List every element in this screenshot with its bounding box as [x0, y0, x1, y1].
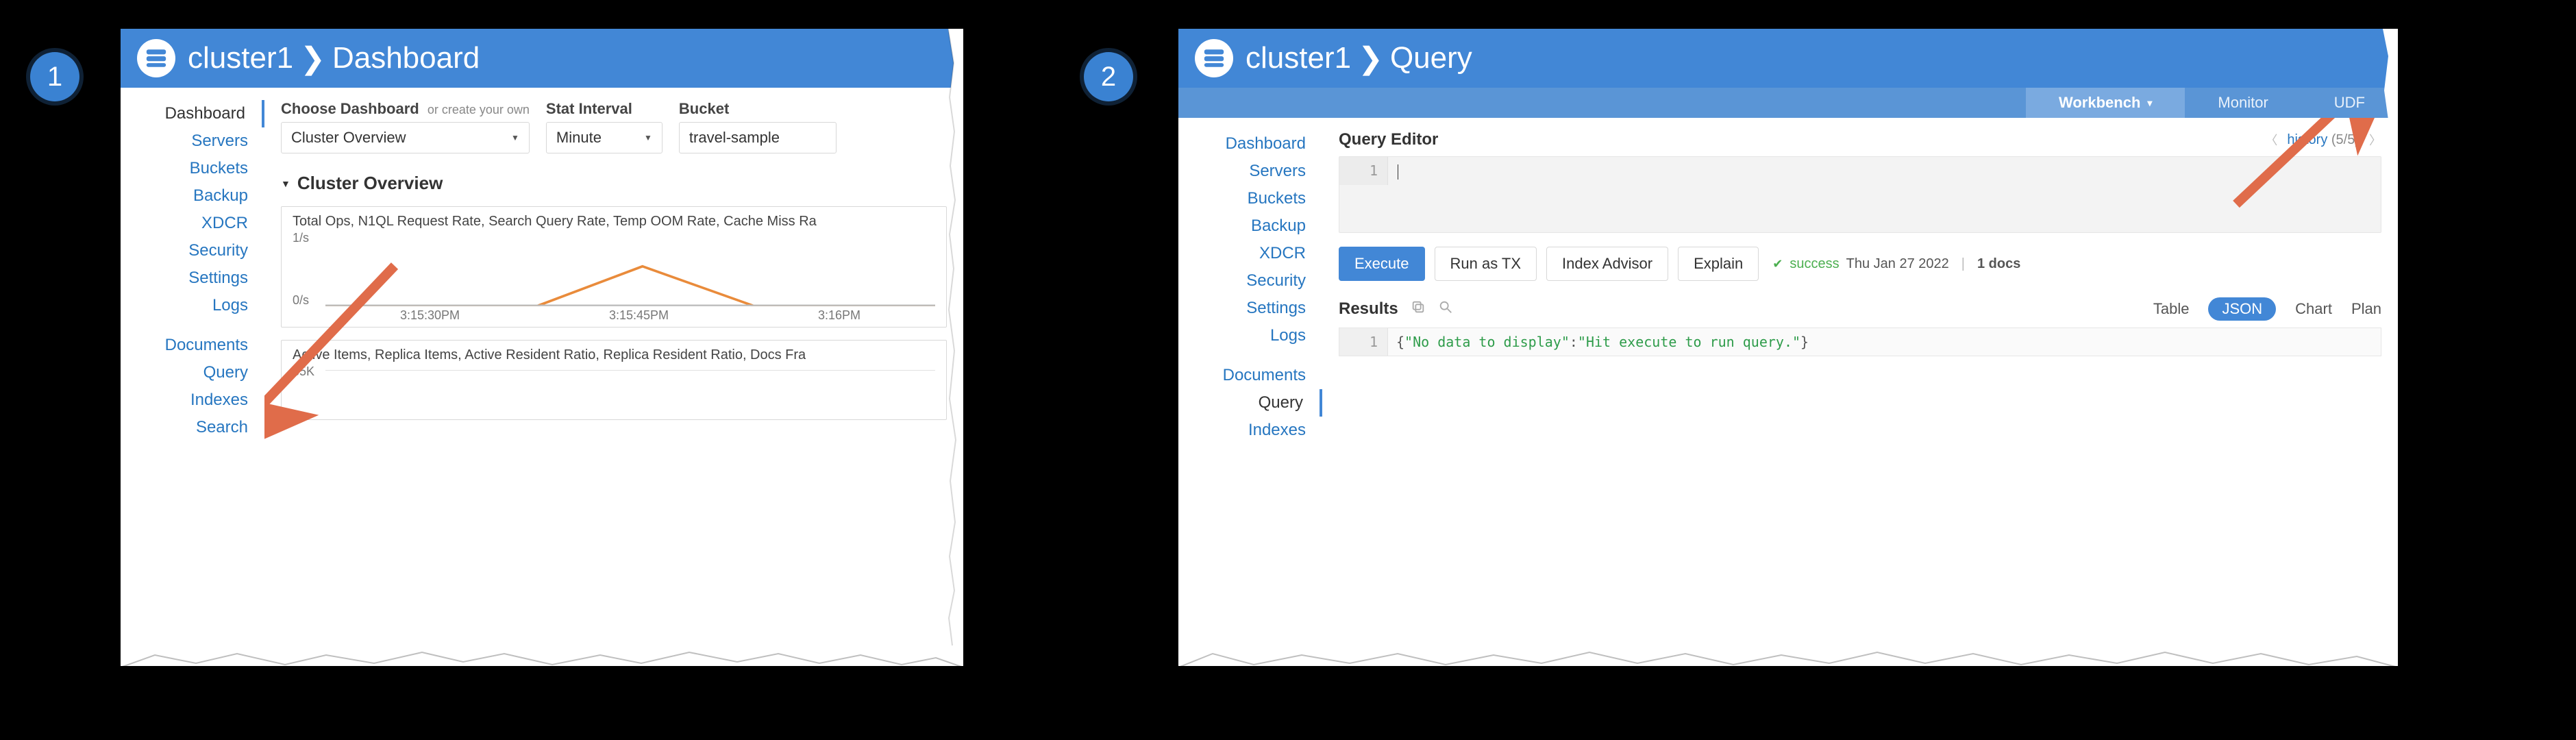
breadcrumb-sep: ❯ — [1358, 41, 1383, 76]
tab-udf[interactable]: UDF — [2301, 88, 2398, 118]
sidebar-item-buckets[interactable]: Buckets — [121, 155, 264, 182]
sidebar-item-dashboard[interactable]: Dashboard — [1178, 130, 1322, 158]
status-timestamp: Thu Jan 27 2022 — [1846, 256, 1949, 272]
stat-interval-label: Stat Interval — [546, 100, 662, 118]
results-tab-table[interactable]: Table — [2153, 300, 2190, 318]
tab-workbench[interactable]: Workbench▾ — [2026, 88, 2185, 118]
chart-title: Active Items, Replica Items, Active Resi… — [293, 347, 935, 363]
step-badge-2: 2 — [1084, 52, 1133, 101]
execute-button[interactable]: Execute — [1339, 247, 1425, 281]
sidebar: DashboardServersBucketsBackupXDCRSecurit… — [121, 88, 264, 666]
choose-dashboard-label: Choose Dashboard or create your own — [281, 100, 530, 118]
chart-x-tick: 3:15:30PM — [400, 308, 460, 323]
results-tab-plan[interactable]: Plan — [2351, 300, 2381, 318]
app-header: cluster1 ❯ Query — [1178, 29, 2398, 88]
sidebar-item-dashboard[interactable]: Dashboard — [121, 100, 264, 127]
sidebar-item-search[interactable]: Search — [121, 414, 264, 441]
sidebar-item-settings[interactable]: Settings — [1178, 295, 1322, 322]
breadcrumb-cluster[interactable]: cluster1 — [1246, 41, 1351, 75]
sidebar-item-query[interactable]: Query — [1178, 389, 1322, 417]
caret-down-icon: ▼ — [281, 178, 290, 189]
sidebar-item-security[interactable]: Security — [121, 237, 264, 264]
app-logo-icon — [1195, 39, 1233, 77]
query-editor-title: Query Editor — [1339, 130, 1438, 149]
stat-interval-select[interactable]: Minute▼ — [546, 122, 662, 153]
sidebar-item-servers[interactable]: Servers — [121, 127, 264, 155]
main-content: Query Editor 〈 history (5/5) 〉 1 Execute — [1322, 118, 2398, 666]
create-own-hint[interactable]: or create your own — [428, 103, 530, 116]
sidebar-item-servers[interactable]: Servers — [1178, 158, 1322, 185]
editor-line-number: 1 — [1339, 157, 1388, 185]
index-advisor-button[interactable]: Index Advisor — [1546, 247, 1668, 281]
sidebar-item-query[interactable]: Query — [121, 359, 264, 386]
chart-x-axis: 3:15:30PM 3:15:45PM 3:16PM — [325, 308, 935, 323]
sidebar-item-buckets[interactable]: Buckets — [1178, 185, 1322, 212]
sidebar-item-indexes[interactable]: Indexes — [1178, 417, 1322, 444]
tab-monitor[interactable]: Monitor — [2185, 88, 2301, 118]
search-icon[interactable] — [1438, 299, 1453, 319]
sidebar: DashboardServersBucketsBackupXDCRSecurit… — [1178, 118, 1322, 666]
query-status: ✔ success Thu Jan 27 2022 | 1 docs — [1772, 256, 2020, 272]
dashboard-select[interactable]: Cluster Overview▼ — [281, 122, 530, 153]
history-prev-icon[interactable]: 〈 — [2265, 131, 2277, 149]
chart-x-tick: 3:16PM — [818, 308, 860, 323]
main-content: Choose Dashboard or create your own Clus… — [264, 88, 963, 666]
chevron-down-icon: ▼ — [511, 133, 519, 143]
sidebar-item-xdcr[interactable]: XDCR — [1178, 240, 1322, 267]
sidebar-item-logs[interactable]: Logs — [1178, 322, 1322, 349]
chart-title: Total Ops, N1QL Request Rate, Search Que… — [293, 214, 935, 230]
run-as-tx-button[interactable]: Run as TX — [1435, 247, 1537, 281]
chevron-down-icon: ▼ — [644, 133, 652, 143]
chart-x-tick: 3:15:45PM — [609, 308, 669, 323]
query-history: 〈 history (5/5) 〉 — [2265, 131, 2381, 149]
breadcrumb-cluster[interactable]: cluster1 — [188, 41, 293, 75]
history-link[interactable]: history — [2287, 132, 2327, 147]
breadcrumb-page: Dashboard — [332, 41, 480, 75]
results-tab-chart[interactable]: Chart — [2295, 300, 2332, 318]
bucket-label: Bucket — [679, 100, 837, 118]
app-header: cluster1 ❯ Dashboard — [121, 29, 963, 88]
success-check-icon: ✔ — [1772, 257, 1783, 271]
explain-button[interactable]: Explain — [1678, 247, 1759, 281]
chart-y-min: 0/s — [293, 293, 323, 308]
sidebar-item-backup[interactable]: Backup — [1178, 212, 1322, 240]
sidebar-item-documents[interactable]: Documents — [121, 332, 264, 359]
sidebar-item-backup[interactable]: Backup — [121, 182, 264, 210]
results-line-number: 1 — [1339, 328, 1388, 356]
breadcrumb-sep: ❯ — [300, 41, 325, 76]
chart-y-max: 65K — [293, 365, 323, 379]
chart-card-ops: Total Ops, N1QL Request Rate, Search Que… — [281, 206, 947, 328]
section-title[interactable]: ▼ Cluster Overview — [281, 173, 947, 194]
chart-plot — [325, 367, 935, 399]
results-tab-json[interactable]: JSON — [2208, 297, 2276, 321]
chart-y-max: 1/s — [293, 231, 323, 245]
chevron-down-icon: ▾ — [2147, 97, 2152, 109]
sidebar-item-security[interactable]: Security — [1178, 267, 1322, 295]
sidebar-item-indexes[interactable]: Indexes — [121, 386, 264, 414]
step-badge-1: 1 — [30, 52, 79, 101]
sub-tab-bar: Workbench▾ Monitor UDF — [1178, 88, 2398, 118]
app-logo-icon — [137, 39, 175, 77]
history-count: (5/5) — [2331, 132, 2360, 147]
sidebar-item-logs[interactable]: Logs — [121, 292, 264, 319]
chart-plot — [325, 234, 935, 306]
results-title: Results — [1339, 299, 1398, 319]
status-text: success — [1789, 256, 1839, 272]
breadcrumb-page: Query — [1390, 41, 1472, 75]
status-docs: 1 docs — [1977, 256, 2020, 272]
sidebar-item-settings[interactable]: Settings — [121, 264, 264, 292]
chart-card-items: Active Items, Replica Items, Active Resi… — [281, 340, 947, 420]
history-next-icon[interactable]: 〉 — [2369, 131, 2381, 149]
copy-icon[interactable] — [1411, 299, 1426, 319]
query-input[interactable]: 1 — [1339, 156, 2381, 233]
results-body: 1 {"No data to display":"Hit execute to … — [1339, 328, 2381, 356]
results-json-line[interactable]: {"No data to display":"Hit execute to ru… — [1388, 328, 1817, 356]
sidebar-item-xdcr[interactable]: XDCR — [121, 210, 264, 237]
bucket-select[interactable]: travel-sample — [679, 122, 837, 153]
sidebar-item-documents[interactable]: Documents — [1178, 362, 1322, 389]
